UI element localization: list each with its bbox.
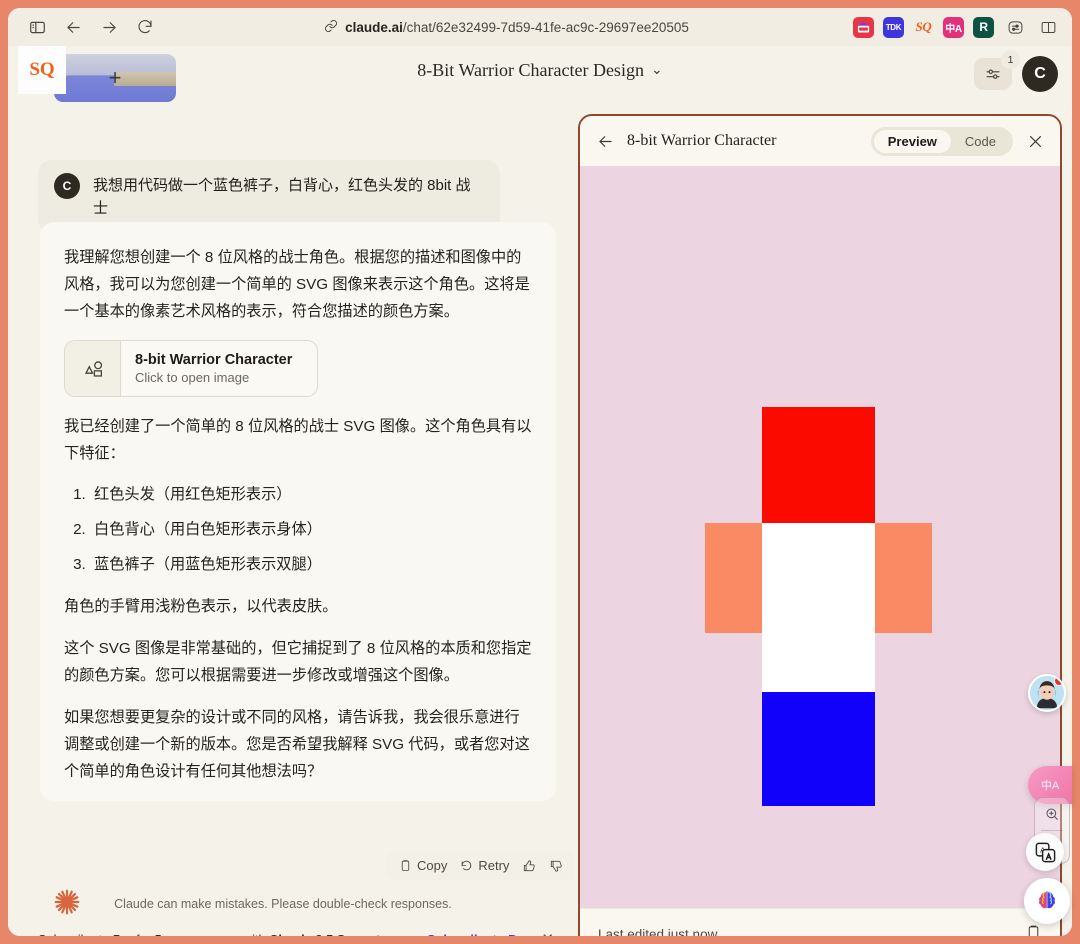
artifact-panel-title: 8-bit Warrior Character (627, 132, 777, 149)
clipboard-icon[interactable] (1025, 924, 1042, 936)
tab-preview[interactable]: Preview (873, 129, 951, 153)
assistant-paragraph-1: 我理解您想创建一个 8 位风格的战士角色。根据您的描述和图像中的风格，我可以为您… (64, 249, 530, 321)
artifact-panel-footer: Last edited just now (580, 908, 1060, 936)
ai-brain-widget[interactable] (1024, 878, 1070, 924)
subscribe-text-after: . (380, 932, 384, 937)
tab-thumbnails: SQ + (18, 46, 176, 102)
retry-label: Retry (478, 858, 510, 873)
translate-extension-label: 中A (945, 23, 962, 35)
url-bar[interactable]: claude.ai/chat/62e32499-7d59-41fe-ac9c-2… (160, 19, 853, 36)
browser-toolbar: claude.ai/chat/62e32499-7d59-41fe-ac9c-2… (8, 8, 1072, 46)
artifact-card-subtitle: Click to open image (135, 370, 250, 386)
close-icon[interactable]: ✕ (539, 930, 556, 936)
new-tab-plus-label: + (108, 65, 122, 90)
profile-avatar-widget[interactable] (1028, 674, 1066, 712)
close-icon[interactable] (1025, 133, 1046, 150)
disclaimer-text: Claude can make mistakes. Please double-… (114, 897, 452, 911)
conversation-column: C 我想用代码做一个蓝色裤子，白背心，红色头发的 8bit 战士 我理解您想创建… (8, 104, 574, 936)
browser-window: claude.ai/chat/62e32499-7d59-41fe-ac9c-2… (8, 8, 1072, 936)
page-area: SQ + 8-Bit Warrior Character Design ⌄ 1 … (8, 46, 1072, 936)
left-arm-block (705, 523, 762, 633)
ocr-translate-widget[interactable]: A (1026, 833, 1064, 871)
user-avatar-letter: C (62, 179, 72, 193)
body-block (762, 523, 875, 692)
tdk-extension-icon[interactable]: TDK (883, 16, 904, 38)
extension-icons: TDK SQ 中A R (853, 16, 1060, 38)
new-tab-thumbnail[interactable]: + (54, 54, 176, 102)
arrow-left-icon[interactable] (596, 132, 615, 151)
forward-icon[interactable] (94, 12, 124, 42)
zoom-in-widget[interactable] (1035, 798, 1069, 830)
shapes-icon (65, 341, 121, 397)
artifact-card-text: 8-bit Warrior Character Click to open im… (121, 341, 306, 396)
copy-button[interactable]: Copy (395, 856, 451, 875)
view-toggle: Preview Code (870, 126, 1013, 156)
avatar[interactable]: C (1022, 56, 1058, 92)
url-path: /chat/62e32499-7d59-41fe-ac9c-29697ee205… (402, 19, 689, 35)
reload-icon[interactable] (130, 12, 160, 42)
hair-block (762, 407, 875, 524)
list-item: 白色背心（用白色矩形表示身体） (90, 517, 532, 543)
last-edited-status: Last edited just now (598, 927, 718, 936)
sq-favicon-label: SQ (29, 59, 55, 80)
tab-code[interactable]: Code (951, 130, 1010, 153)
translate-widget-label: 中A (1040, 780, 1060, 792)
assistant-paragraph-2: 我已经创建了一个简单的 8 位风格的战士 SVG 图像。这个角色具有以下特征： (64, 418, 532, 463)
header-actions: 1 C (974, 50, 1058, 92)
user-avatar: C (54, 173, 80, 199)
sidebar-toggle-icon[interactable] (22, 12, 52, 42)
thumbnail-terrain (114, 72, 176, 86)
back-icon[interactable] (58, 12, 88, 42)
pants-block (762, 692, 875, 806)
list-item: 蓝色裤子（用蓝色矩形表示双腿） (90, 552, 532, 578)
assistant-message: 我理解您想创建一个 8 位风格的战士角色。根据您的描述和图像中的风格，我可以为您… (40, 222, 556, 802)
translate-extension-icon[interactable]: 中A (943, 16, 964, 38)
feature-list: 红色头发（用红色矩形表示） 白色背心（用白色矩形表示身体） 蓝色裤子（用蓝色矩形… (90, 482, 532, 578)
message-actions: Copy Retry (386, 851, 574, 880)
thumbs-down-icon[interactable] (545, 857, 567, 875)
subscribe-text-before: Subscribe to Pro for 5x more usage with (38, 932, 269, 937)
subscribe-text-bold: Claude 3.5 Sonnet (269, 932, 380, 937)
tab-favicon[interactable]: SQ (18, 46, 66, 94)
avatar-letter: C (1034, 65, 1046, 82)
url-text: claude.ai/chat/62e32499-7d59-41fe-ac9c-2… (345, 20, 689, 35)
assistant-paragraph-5: 如果您想要更复杂的设计或不同的风格，请告诉我，我会很乐意进行调整或创建一个新的版… (64, 708, 530, 780)
link-icon (324, 19, 338, 36)
url-domain: claude.ai (345, 19, 403, 35)
subscribe-banner: Subscribe to Pro for 5x more usage with … (38, 930, 556, 936)
settings-extension-icon[interactable] (1003, 16, 1027, 38)
artifact-panel: 8-bit Warrior Character Preview Code Las… (578, 114, 1062, 936)
artifact-card[interactable]: 8-bit Warrior Character Click to open im… (64, 340, 318, 398)
shop-icon[interactable] (853, 16, 874, 38)
browser-nav-group (22, 12, 160, 42)
sq-extension-icon[interactable]: SQ (913, 17, 934, 38)
subscribe-to-pro-link[interactable]: Subscribe to Pro (427, 932, 529, 937)
user-message-text: 我想用代码做一个蓝色裤子，白背心，红色头发的 8bit 战士 (93, 177, 471, 217)
notification-badge (1054, 676, 1064, 686)
assistant-paragraph-3: 角色的手臂用浅粉色表示，以代表皮肤。 (64, 597, 338, 615)
artifact-card-title: 8-bit Warrior Character (135, 352, 293, 369)
split-view-icon[interactable] (1036, 16, 1060, 38)
settings-button[interactable]: 1 (974, 50, 1020, 90)
subscribe-banner-text: Subscribe to Pro for 5x more usage with … (38, 932, 417, 937)
copy-label: Copy (417, 858, 448, 873)
tdk-extension-label: TDK (885, 22, 902, 32)
r-extension-icon[interactable]: R (973, 16, 994, 38)
r-extension-label: R (979, 20, 988, 34)
thumbs-up-icon[interactable] (518, 857, 540, 875)
right-arm-block (875, 523, 932, 633)
list-item: 红色头发（用红色矩形表示） (90, 482, 532, 508)
page-title: 8-Bit Warrior Character Design (417, 60, 644, 80)
retry-button[interactable]: Retry (456, 856, 513, 875)
settings-badge: 1 (1001, 50, 1020, 69)
preview-canvas (580, 166, 1060, 908)
sq-extension-label: SQ (915, 19, 932, 34)
artifact-panel-header: 8-bit Warrior Character Preview Code (580, 116, 1060, 166)
assistant-paragraph-4: 这个 SVG 图像是非常基础的，但它捕捉到了 8 位风格的本质和您指定的颜色方案… (64, 639, 532, 684)
chevron-down-icon[interactable]: ⌄ (651, 62, 663, 79)
